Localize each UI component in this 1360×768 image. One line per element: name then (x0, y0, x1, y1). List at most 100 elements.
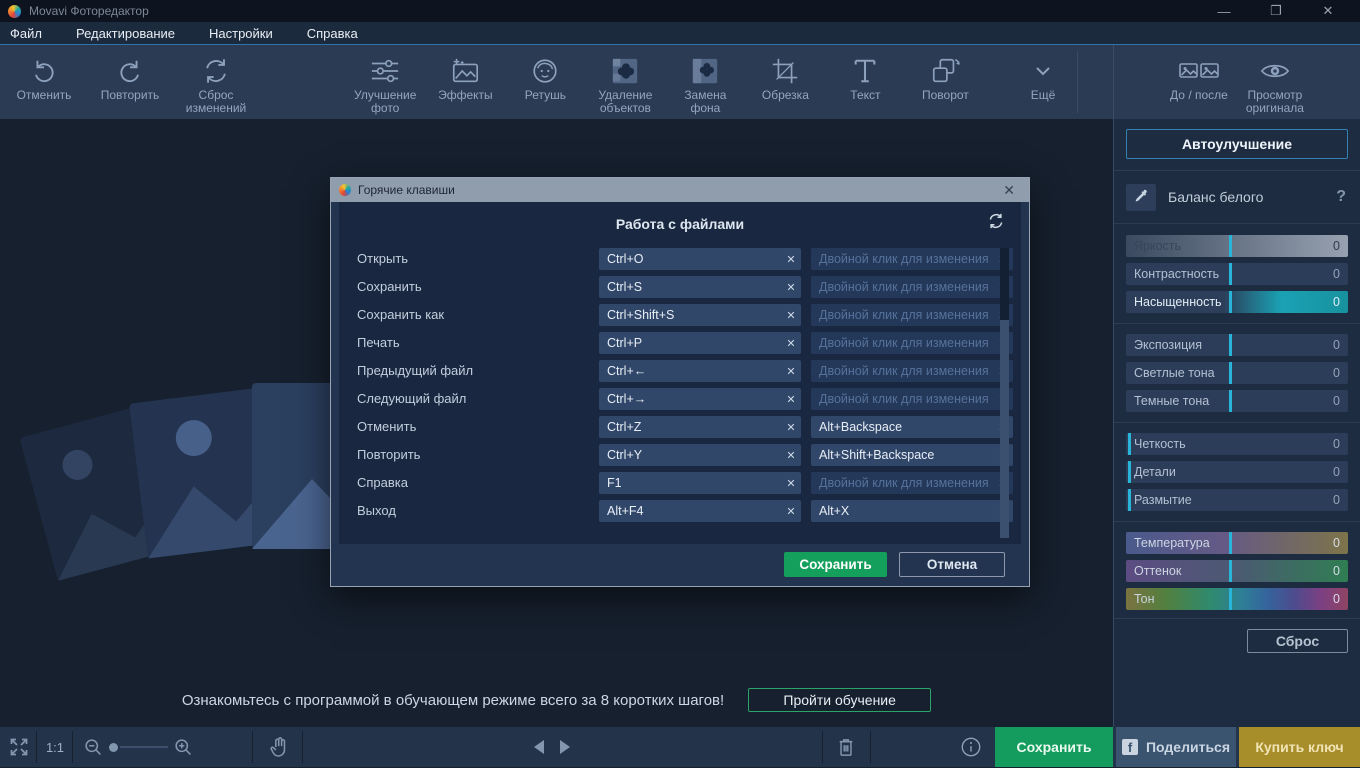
minimize-button[interactable]: — (1212, 4, 1236, 19)
hotkey-secondary-input[interactable]: Двойной клик для изменения✕ (811, 304, 1013, 326)
close-button[interactable]: ✕ (1316, 3, 1340, 19)
toolbar-button-enhance-photo[interactable]: Улучшение фото (350, 45, 420, 119)
menu-item-1[interactable]: Редактирование (76, 26, 175, 41)
toolbar-button-crop[interactable]: Обрезка (750, 45, 820, 119)
slider-tick[interactable] (1229, 390, 1232, 412)
toolbar-button-background-replace[interactable]: Замена фона (670, 45, 740, 119)
slider-3-2[interactable]: Тон0 (1126, 588, 1348, 610)
clear-hotkey-icon[interactable]: ✕ (781, 337, 801, 350)
auto-enhance-button[interactable]: Автоулучшение (1126, 129, 1348, 159)
dialog-scrollbar[interactable] (1000, 248, 1009, 538)
slider-3-0[interactable]: Температура0 (1126, 532, 1348, 554)
more-tools-button[interactable]: Ещё (1014, 45, 1072, 119)
slider-2-2[interactable]: Размытие0 (1126, 489, 1348, 511)
clear-hotkey-icon[interactable]: ✕ (781, 253, 801, 266)
hotkey-primary-input[interactable]: Ctrl+←✕ (599, 360, 801, 382)
view-original-button[interactable]: Просмотр оригинала (1246, 45, 1304, 119)
clear-hotkey-icon[interactable]: ✕ (781, 281, 801, 294)
slider-tick[interactable] (1229, 560, 1232, 582)
delete-photo-button[interactable] (831, 727, 861, 767)
toolbar-button-rotate[interactable]: Поворот (910, 45, 980, 119)
toolbar-button-object-removal[interactable]: Удаление объектов (590, 45, 660, 119)
clear-hotkey-icon[interactable]: ✕ (781, 477, 801, 490)
reset-shortcuts-button[interactable] (987, 212, 1005, 230)
clear-hotkey-icon[interactable]: ✕ (781, 309, 801, 322)
toolbar-button-undo[interactable]: Отменить (6, 45, 82, 119)
toolbar-button-text[interactable]: Текст (830, 45, 900, 119)
slider-tick[interactable] (1229, 334, 1232, 356)
slider-tick[interactable] (1229, 532, 1232, 554)
menu-item-2[interactable]: Настройки (209, 26, 273, 41)
hotkey-secondary-input[interactable]: Alt+X✕ (811, 500, 1013, 522)
clear-hotkey-icon[interactable]: ✕ (781, 393, 801, 406)
slider-1-2[interactable]: Темные тона0 (1126, 390, 1348, 412)
slider-1-0[interactable]: Экспозиция0 (1126, 334, 1348, 356)
hotkey-secondary-input[interactable]: Alt+Backspace✕ (811, 416, 1013, 438)
slider-0-1[interactable]: Контрастность0 (1126, 263, 1348, 285)
reset-adjustments-button[interactable]: Сброс (1247, 629, 1348, 653)
dialog-scrollbar-thumb[interactable] (1000, 320, 1009, 538)
hotkey-secondary-input[interactable]: Двойной клик для изменения✕ (811, 332, 1013, 354)
buy-key-button[interactable]: Купить ключ (1239, 727, 1360, 767)
white-balance-help-button[interactable]: ? (1336, 188, 1348, 206)
slider-2-0[interactable]: Четкость0 (1126, 433, 1348, 455)
before-after-button[interactable]: До / после (1170, 45, 1228, 119)
slider-tick[interactable] (1128, 461, 1131, 483)
toolbar-button-effects[interactable]: Эффекты (430, 45, 500, 119)
zoom-slider-handle[interactable] (109, 743, 118, 752)
hotkey-primary-input[interactable]: Ctrl+O✕ (599, 248, 801, 270)
menu-item-3[interactable]: Справка (307, 26, 358, 41)
hotkey-primary-input[interactable]: Ctrl+S✕ (599, 276, 801, 298)
toolbar-button-retouch[interactable]: Ретушь (510, 45, 580, 119)
next-photo-button[interactable] (560, 740, 570, 754)
hotkey-secondary-input[interactable]: Двойной клик для изменения✕ (811, 248, 1013, 270)
hotkey-secondary-input[interactable]: Двойной клик для изменения✕ (811, 472, 1013, 494)
clear-hotkey-icon[interactable]: ✕ (781, 505, 801, 518)
slider-2-1[interactable]: Детали0 (1126, 461, 1348, 483)
hotkey-secondary-input[interactable]: Двойной клик для изменения✕ (811, 360, 1013, 382)
hotkey-secondary-input[interactable]: Alt+Shift+Backspace✕ (811, 444, 1013, 466)
clear-hotkey-icon[interactable]: ✕ (781, 421, 801, 434)
fit-to-screen-button[interactable] (6, 727, 32, 767)
slider-tick[interactable] (1229, 588, 1232, 610)
hotkey-primary-input[interactable]: Ctrl+Y✕ (599, 444, 801, 466)
hotkey-primary-input[interactable]: Ctrl+Z✕ (599, 416, 801, 438)
pan-hand-button[interactable] (264, 727, 294, 767)
hotkey-secondary-input[interactable]: Двойной клик для изменения✕ (811, 276, 1013, 298)
toolbar-button-redo[interactable]: Повторить (92, 45, 168, 119)
hotkey-primary-input[interactable]: Ctrl+P✕ (599, 332, 801, 354)
start-tutorial-button[interactable]: Пройти обучение (748, 688, 931, 712)
actual-size-button[interactable]: 1:1 (42, 727, 68, 767)
menu-item-0[interactable]: Файл (10, 26, 42, 41)
restore-button[interactable]: ❐ (1264, 3, 1288, 19)
zoom-slider-track[interactable] (120, 746, 168, 748)
slider-0-2[interactable]: Насыщенность0 (1126, 291, 1348, 313)
info-button[interactable] (956, 727, 986, 767)
save-photo-button[interactable]: Сохранить (995, 727, 1113, 767)
slider-tick[interactable] (1229, 291, 1232, 313)
dialog-close-button[interactable]: ✕ (997, 182, 1021, 199)
zoom-out-button[interactable] (84, 738, 103, 757)
slider-tick[interactable] (1128, 433, 1131, 455)
share-button[interactable]: f Поделиться (1116, 727, 1236, 767)
clear-hotkey-icon[interactable]: ✕ (781, 365, 801, 378)
previous-photo-button[interactable] (534, 740, 544, 754)
zoom-in-button[interactable] (174, 738, 193, 757)
hotkey-primary-input[interactable]: Alt+F4✕ (599, 500, 801, 522)
slider-3-1[interactable]: Оттенок0 (1126, 560, 1348, 582)
hotkey-secondary-input[interactable]: Двойной клик для изменения✕ (811, 388, 1013, 410)
hotkey-primary-input[interactable]: Ctrl+Shift+S✕ (599, 304, 801, 326)
slider-tick[interactable] (1128, 489, 1131, 511)
slider-tick[interactable] (1229, 362, 1232, 384)
slider-tick[interactable] (1229, 235, 1232, 257)
toolbar-button-reset-changes[interactable]: Сброс изменений (178, 45, 254, 119)
hotkey-primary-input[interactable]: F1✕ (599, 472, 801, 494)
hotkey-primary-input[interactable]: Ctrl+→✕ (599, 388, 801, 410)
clear-hotkey-icon[interactable]: ✕ (781, 449, 801, 462)
dialog-cancel-button[interactable]: Отмена (899, 552, 1005, 577)
slider-1-1[interactable]: Светлые тона0 (1126, 362, 1348, 384)
white-balance-eyedropper-button[interactable] (1126, 184, 1156, 211)
slider-0-0[interactable]: Яркость0 (1126, 235, 1348, 257)
dialog-save-button[interactable]: Сохранить (784, 552, 887, 577)
slider-tick[interactable] (1229, 263, 1232, 285)
